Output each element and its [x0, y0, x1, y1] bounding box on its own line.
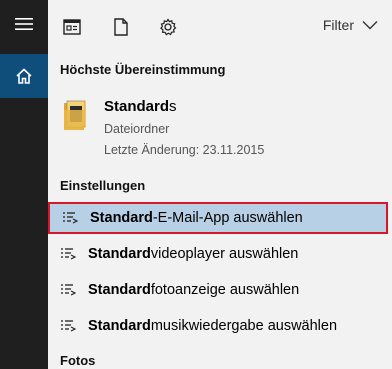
settings-list-icon: [60, 319, 76, 333]
settings-header: Einstellungen: [60, 178, 146, 193]
filter-label: Filter: [322, 17, 354, 33]
left-rail: [0, 0, 48, 369]
apps-icon: [63, 19, 81, 35]
hamburger-icon: [15, 18, 33, 30]
setting-result-email-app[interactable]: Standard-E-Mail-App auswählen: [48, 202, 388, 234]
photos-header: Fotos: [60, 353, 96, 368]
search-toolbar: Filter: [48, 0, 392, 52]
setting-result-music-player[interactable]: Standardmusikwiedergabe auswählen: [48, 309, 392, 343]
filter-dropdown[interactable]: Filter: [323, 17, 378, 33]
best-match-modified: Letzte Änderung: 23.11.2015: [104, 143, 265, 157]
chevron-down-icon: [362, 21, 378, 30]
setting-result-label: Standard-E-Mail-App auswählen: [90, 210, 303, 226]
gear-icon: [160, 18, 177, 36]
search-results-panel: Filter Höchste Übereinstimmung Standards…: [48, 0, 392, 369]
home-button[interactable]: [0, 54, 48, 98]
menu-button[interactable]: [0, 0, 48, 48]
settings-list-icon: [62, 211, 78, 225]
settings-list-icon: [60, 283, 76, 297]
setting-result-label: Standardmusikwiedergabe auswählen: [88, 318, 338, 334]
best-match-type: Dateiordner: [104, 122, 170, 136]
folder-icon: [62, 100, 88, 130]
setting-result-label: Standardfotoanzeige auswählen: [88, 282, 300, 298]
apps-tab[interactable]: [61, 16, 83, 38]
documents-tab[interactable]: [110, 16, 132, 38]
home-icon: [16, 68, 32, 84]
settings-list-icon: [60, 247, 76, 261]
setting-result-video-player[interactable]: Standardvideoplayer auswählen: [48, 237, 392, 271]
setting-result-photo-viewer[interactable]: Standardfotoanzeige auswählen: [48, 273, 392, 307]
best-match-result[interactable]: Standards Dateiordner Letzte Änderung: 2…: [48, 90, 392, 168]
best-match-title: Standards: [104, 98, 177, 115]
settings-tab[interactable]: [157, 16, 179, 38]
best-match-header: Höchste Übereinstimmung: [60, 62, 226, 77]
setting-result-label: Standardvideoplayer auswählen: [88, 246, 299, 262]
document-icon: [114, 18, 128, 36]
